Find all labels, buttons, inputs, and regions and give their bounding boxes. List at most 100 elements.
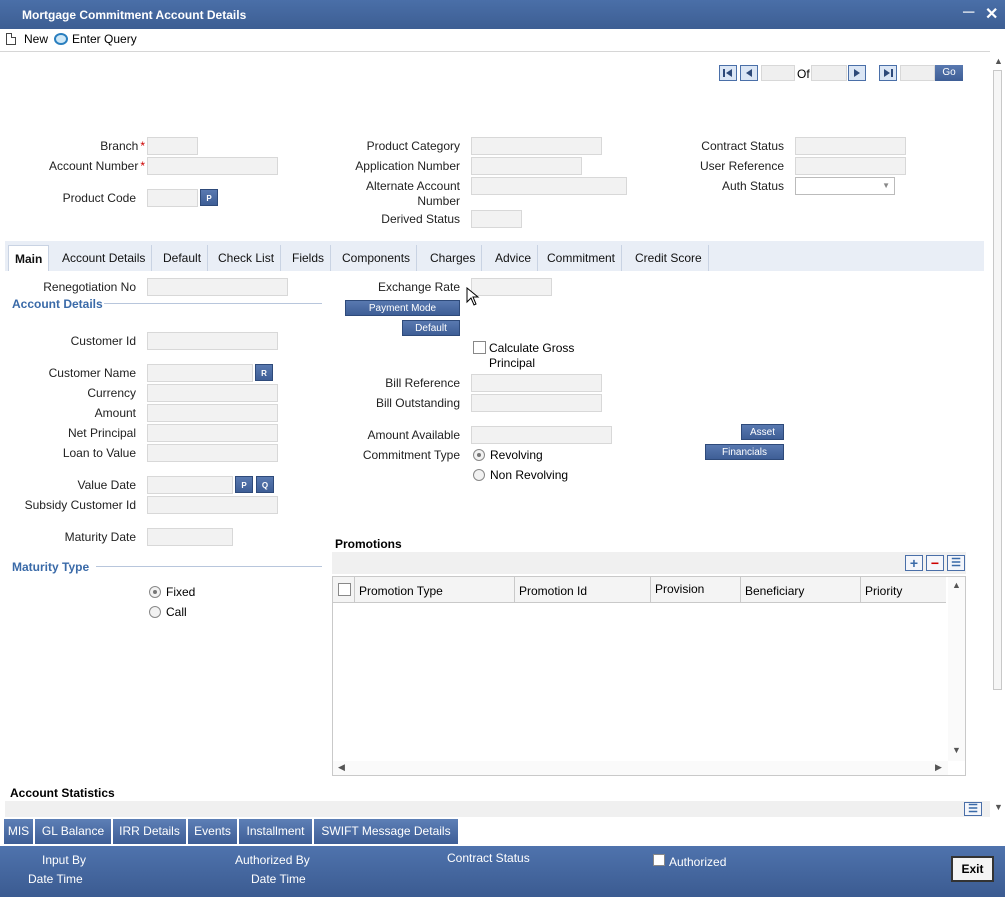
- mis-button[interactable]: MIS: [4, 819, 34, 844]
- bill-reference-label: Bill Reference: [385, 376, 460, 390]
- commitment-type-label: Commitment Type: [362, 448, 460, 462]
- subsidy-customer-id-field[interactable]: [147, 496, 278, 514]
- value-date-field[interactable]: [147, 476, 233, 494]
- tab-account-details[interactable]: Account Details: [56, 245, 153, 271]
- subsidy-customer-id-label: Subsidy Customer Id: [24, 498, 136, 512]
- next-record-button[interactable]: [848, 65, 866, 81]
- exit-button[interactable]: Exit: [951, 856, 994, 882]
- column-priority[interactable]: Priority: [860, 577, 946, 603]
- application-number-field[interactable]: [471, 157, 582, 175]
- list-icon: ☰: [951, 557, 961, 569]
- tab-advice[interactable]: Advice: [489, 245, 539, 271]
- grid-horizontal-scrollbar[interactable]: ◀ ▶: [333, 761, 948, 775]
- bill-outstanding-label: Bill Outstanding: [375, 396, 460, 410]
- events-button[interactable]: Events: [188, 819, 238, 844]
- tab-components[interactable]: Components: [336, 245, 418, 271]
- net-principal-field[interactable]: [147, 424, 278, 442]
- non-revolving-radio[interactable]: [473, 469, 485, 481]
- scroll-up-icon: ▲: [994, 56, 1003, 66]
- first-record-button[interactable]: [719, 65, 737, 81]
- auth-status-select[interactable]: ▼: [795, 177, 895, 195]
- window-title: Mortgage Commitment Account Details: [22, 8, 247, 22]
- previous-record-button[interactable]: [740, 65, 758, 81]
- column-provision[interactable]: Provision: [650, 577, 740, 603]
- swift-message-details-button[interactable]: SWIFT Message Details: [314, 819, 459, 844]
- value-date-q-button[interactable]: Q: [256, 476, 274, 493]
- new-button[interactable]: New: [6, 32, 48, 46]
- current-record-field[interactable]: [761, 65, 795, 81]
- column-beneficiary[interactable]: Beneficiary: [740, 577, 860, 603]
- customer-name-label: Customer Name: [48, 366, 136, 380]
- delete-row-button[interactable]: −: [926, 555, 944, 571]
- query-icon: [54, 33, 68, 45]
- customer-name-field[interactable]: [147, 364, 253, 382]
- select-all-checkbox[interactable]: [338, 583, 351, 596]
- call-radio[interactable]: [149, 606, 161, 618]
- authorized-by-label: Authorized By: [235, 853, 310, 867]
- go-to-record-field[interactable]: [900, 65, 935, 81]
- calculate-gross-principal-checkbox[interactable]: [473, 341, 486, 354]
- single-view-button[interactable]: ☰: [947, 555, 965, 571]
- footer-contract-status-label: Contract Status: [447, 851, 530, 865]
- tab-main[interactable]: Main: [8, 245, 50, 271]
- product-category-field[interactable]: [471, 137, 602, 155]
- column-promotion-type[interactable]: Promotion Type: [354, 577, 515, 603]
- customer-name-lookup-button[interactable]: R: [255, 364, 273, 381]
- previous-icon: [746, 69, 752, 77]
- default-button[interactable]: Default: [402, 320, 460, 336]
- contract-status-label: Contract Status: [701, 139, 784, 153]
- irr-details-button[interactable]: IRR Details: [113, 819, 187, 844]
- loan-to-value-field[interactable]: [147, 444, 278, 462]
- tab-fields[interactable]: Fields: [286, 245, 332, 271]
- call-label: Call: [166, 605, 187, 619]
- gl-balance-button[interactable]: GL Balance: [35, 819, 112, 844]
- currency-label: Currency: [87, 386, 136, 400]
- column-promotion-id[interactable]: Promotion Id: [514, 577, 650, 603]
- bill-reference-field[interactable]: [471, 374, 602, 392]
- financials-button[interactable]: Financials: [705, 444, 784, 460]
- account-number-field[interactable]: [147, 157, 278, 175]
- value-date-p-button[interactable]: P: [235, 476, 253, 493]
- account-statistics-bar: [5, 801, 990, 817]
- contract-status-field[interactable]: [795, 137, 906, 155]
- renegotiation-no-field[interactable]: [147, 278, 288, 296]
- tab-default[interactable]: Default: [157, 245, 209, 271]
- authorized-date-time-label: Date Time: [251, 872, 306, 886]
- customer-id-field[interactable]: [147, 332, 278, 350]
- payment-mode-button[interactable]: Payment Mode: [345, 300, 460, 316]
- product-code-lookup-button[interactable]: P: [200, 189, 218, 206]
- installment-button[interactable]: Installment: [239, 819, 313, 844]
- revolving-radio[interactable]: [473, 449, 485, 461]
- authorized-checkbox[interactable]: [653, 854, 665, 866]
- minimize-icon[interactable]: ─: [963, 4, 974, 22]
- enter-query-button[interactable]: Enter Query: [54, 32, 137, 46]
- tab-commitment[interactable]: Commitment: [541, 245, 623, 271]
- product-code-field[interactable]: [147, 189, 198, 207]
- user-reference-field[interactable]: [795, 157, 906, 175]
- branch-field[interactable]: [147, 137, 198, 155]
- exchange-rate-field[interactable]: [471, 278, 552, 296]
- page-vertical-scrollbar[interactable]: ▲ ▼: [990, 52, 1005, 817]
- add-row-button[interactable]: +: [905, 555, 923, 571]
- mouse-cursor-icon: [466, 287, 480, 306]
- asset-button[interactable]: Asset: [741, 424, 784, 440]
- tab-credit-score[interactable]: Credit Score: [629, 245, 709, 271]
- tab-check-list[interactable]: Check List: [212, 245, 282, 271]
- scroll-thumb[interactable]: [993, 70, 1002, 690]
- maturity-date-field[interactable]: [147, 528, 233, 546]
- new-label: New: [24, 32, 49, 46]
- account-statistics-view-button[interactable]: ☰: [964, 802, 982, 816]
- last-record-button[interactable]: [879, 65, 897, 81]
- amount-field[interactable]: [147, 404, 278, 422]
- bill-outstanding-field[interactable]: [471, 394, 602, 412]
- close-icon[interactable]: ✕: [985, 4, 998, 24]
- alternate-account-field[interactable]: [471, 177, 627, 195]
- fixed-radio[interactable]: [149, 586, 161, 598]
- tab-charges[interactable]: Charges: [424, 245, 483, 271]
- total-records-field[interactable]: [811, 65, 847, 81]
- derived-status-field[interactable]: [471, 210, 522, 228]
- go-button[interactable]: Go: [935, 65, 963, 81]
- grid-vertical-scrollbar[interactable]: ▲ ▼: [948, 577, 965, 761]
- currency-field[interactable]: [147, 384, 278, 402]
- amount-available-field[interactable]: [471, 426, 612, 444]
